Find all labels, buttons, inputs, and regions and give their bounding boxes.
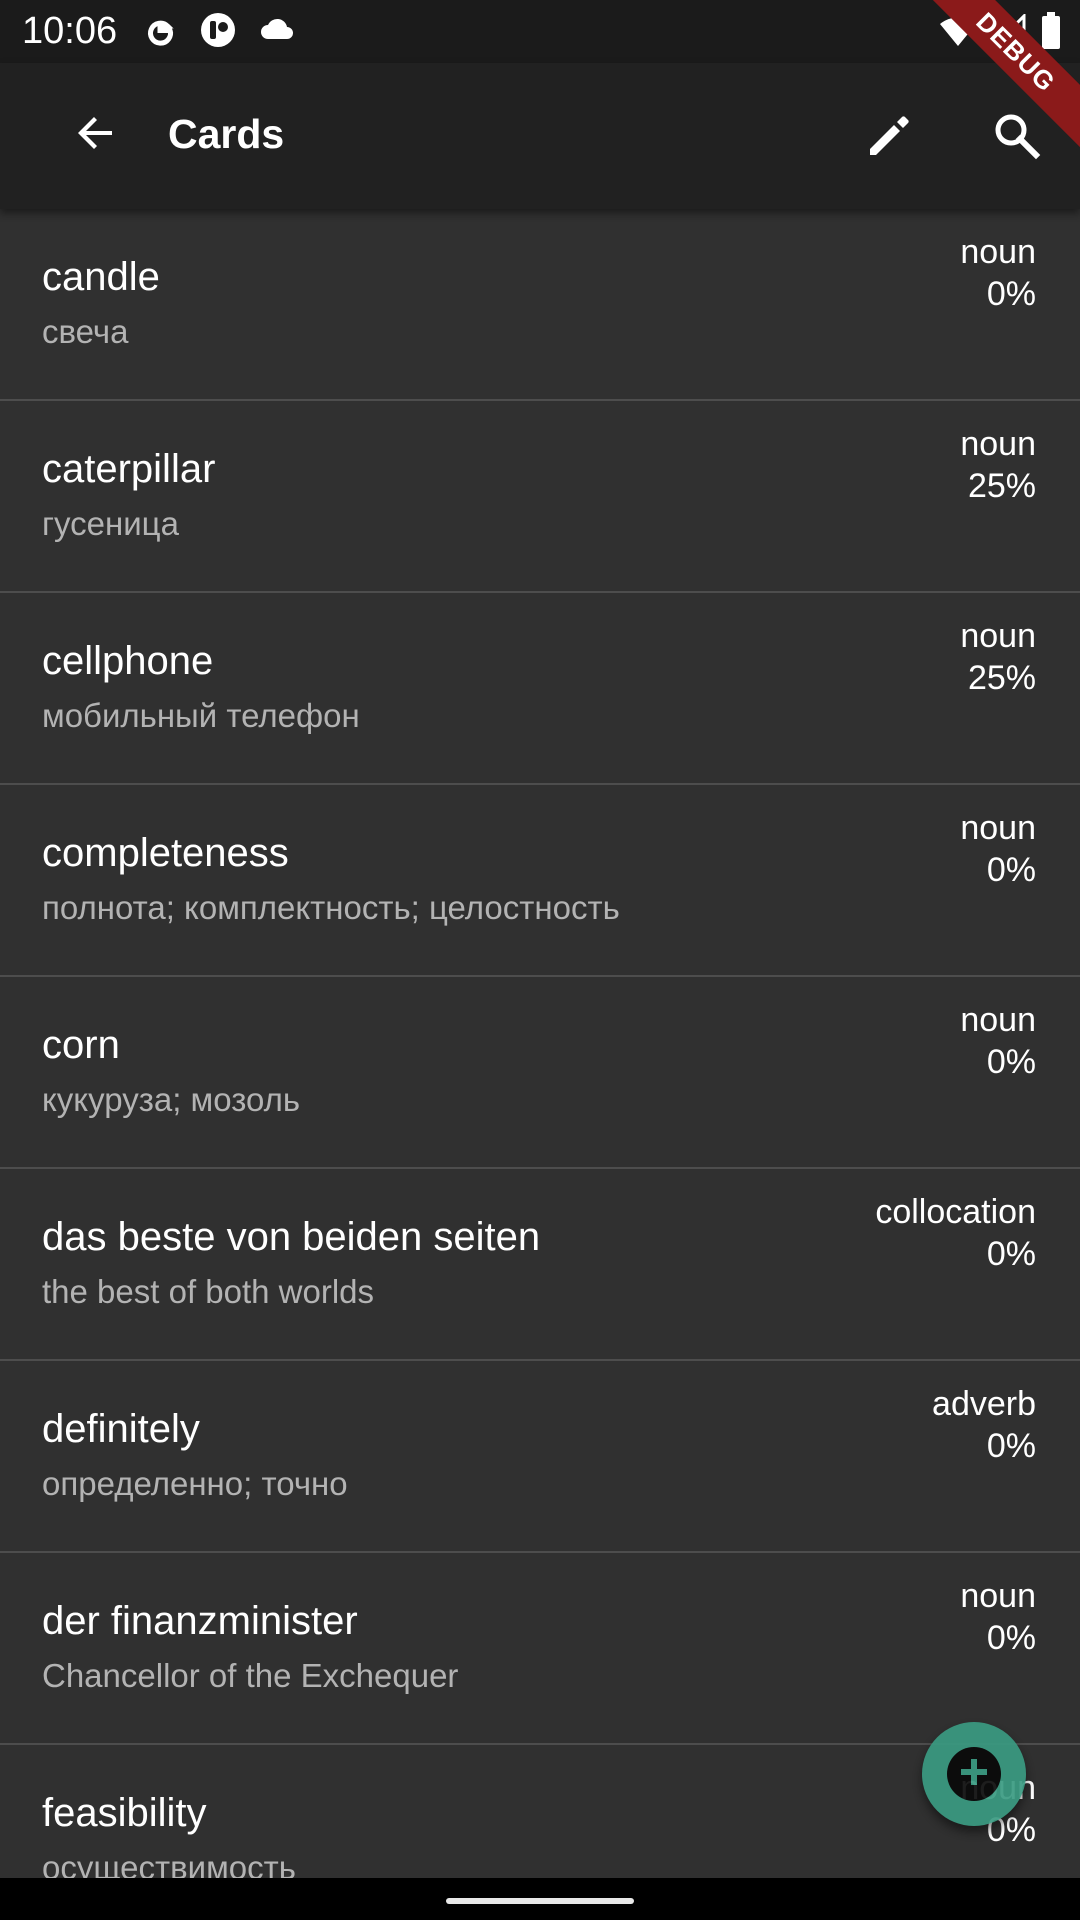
card-translation: Chancellor of the Exchequer <box>42 1657 459 1694</box>
card-progress: 0% <box>986 1043 1036 1081</box>
card-meta: noun 0% <box>960 231 1036 315</box>
search-button[interactable] <box>984 105 1048 169</box>
card-list-item[interactable]: definitely определенно; точно adverb 0% <box>0 1361 1080 1553</box>
card-term: feasibility <box>42 1791 207 1835</box>
card-term: caterpillar <box>42 447 216 491</box>
card-meta: adverb 0% <box>932 1383 1036 1467</box>
system-nav-bar <box>0 1878 1080 1920</box>
card-meta: noun 0% <box>960 1575 1036 1659</box>
card-list-item[interactable]: corn кукуруза; мозоль noun 0% <box>0 977 1080 1169</box>
cards-list[interactable]: candle свеча noun 0% caterpillar гусениц… <box>0 209 1080 1878</box>
back-button[interactable] <box>66 105 126 165</box>
card-list-item[interactable]: feasibility осуществимость noun 0% <box>0 1745 1080 1878</box>
card-progress: 0% <box>986 851 1036 889</box>
add-icon <box>957 1755 991 1794</box>
card-list-item[interactable]: der finanzminister Chancellor of the Exc… <box>0 1553 1080 1745</box>
card-type: noun <box>960 425 1036 463</box>
card-term: das beste von beiden seiten <box>42 1215 541 1259</box>
card-term: cellphone <box>42 639 214 683</box>
google-icon <box>142 12 178 53</box>
card-list-item[interactable]: caterpillar гусеница noun 25% <box>0 401 1080 593</box>
card-translation: гусеница <box>42 505 179 542</box>
card-term: der finanzminister <box>42 1599 358 1643</box>
fab-inner <box>947 1747 1001 1801</box>
card-translation: осуществимость <box>42 1849 296 1878</box>
card-translation: свеча <box>42 313 129 350</box>
card-type: noun <box>960 233 1036 271</box>
card-term: completeness <box>42 831 289 875</box>
card-meta: noun 0% <box>960 999 1036 1083</box>
edit-icon <box>864 109 916 166</box>
search-icon <box>990 109 1042 166</box>
card-type: adverb <box>932 1385 1036 1423</box>
card-meta: noun 25% <box>960 615 1036 699</box>
card-term: corn <box>42 1023 120 1067</box>
card-translation: the best of both worlds <box>42 1273 375 1310</box>
page-title: Cards <box>168 111 285 157</box>
card-progress: 25% <box>967 467 1036 505</box>
add-card-button[interactable] <box>922 1722 1026 1826</box>
card-translation: полнота; комплектность; целостность <box>42 889 620 926</box>
card-list-item[interactable]: cellphone мобильный телефон noun 25% <box>0 593 1080 785</box>
cloud-icon <box>258 15 296 50</box>
card-term: candle <box>42 255 160 299</box>
card-translation: мобильный телефон <box>42 697 360 734</box>
card-type: collocation <box>875 1193 1036 1231</box>
card-translation: определенно; точно <box>42 1465 348 1502</box>
status-bar: 10:06 <box>0 0 1080 63</box>
card-progress: 25% <box>967 659 1036 697</box>
card-meta: collocation 0% <box>875 1191 1036 1275</box>
card-progress: 0% <box>986 1427 1036 1465</box>
card-list-item[interactable]: das beste von beiden seiten the best of … <box>0 1169 1080 1361</box>
card-type: noun <box>960 1577 1036 1615</box>
card-list-item[interactable]: completeness полнота; комплектность; цел… <box>0 785 1080 977</box>
home-gesture-handle[interactable] <box>446 1898 634 1904</box>
card-type: noun <box>960 617 1036 655</box>
card-type: noun <box>960 1001 1036 1039</box>
card-translation: кукуруза; мозоль <box>42 1081 301 1118</box>
card-type: noun <box>960 809 1036 847</box>
card-meta: noun 0% <box>960 807 1036 891</box>
card-progress: 0% <box>986 1235 1036 1273</box>
screen: 10:06 Cards DEBUG candle свеча noun 0% c… <box>0 0 1080 1920</box>
arrow-back-icon <box>72 109 120 162</box>
notification-app-icon <box>200 12 236 53</box>
card-list-item[interactable]: candle свеча noun 0% <box>0 209 1080 401</box>
card-term: definitely <box>42 1407 200 1451</box>
edit-button[interactable] <box>858 105 922 169</box>
status-left-icons <box>142 12 296 53</box>
card-progress: 0% <box>986 275 1036 313</box>
card-progress: 0% <box>986 1619 1036 1657</box>
status-time: 10:06 <box>22 10 118 52</box>
app-bar: Cards <box>0 63 1080 209</box>
card-meta: noun 25% <box>960 423 1036 507</box>
